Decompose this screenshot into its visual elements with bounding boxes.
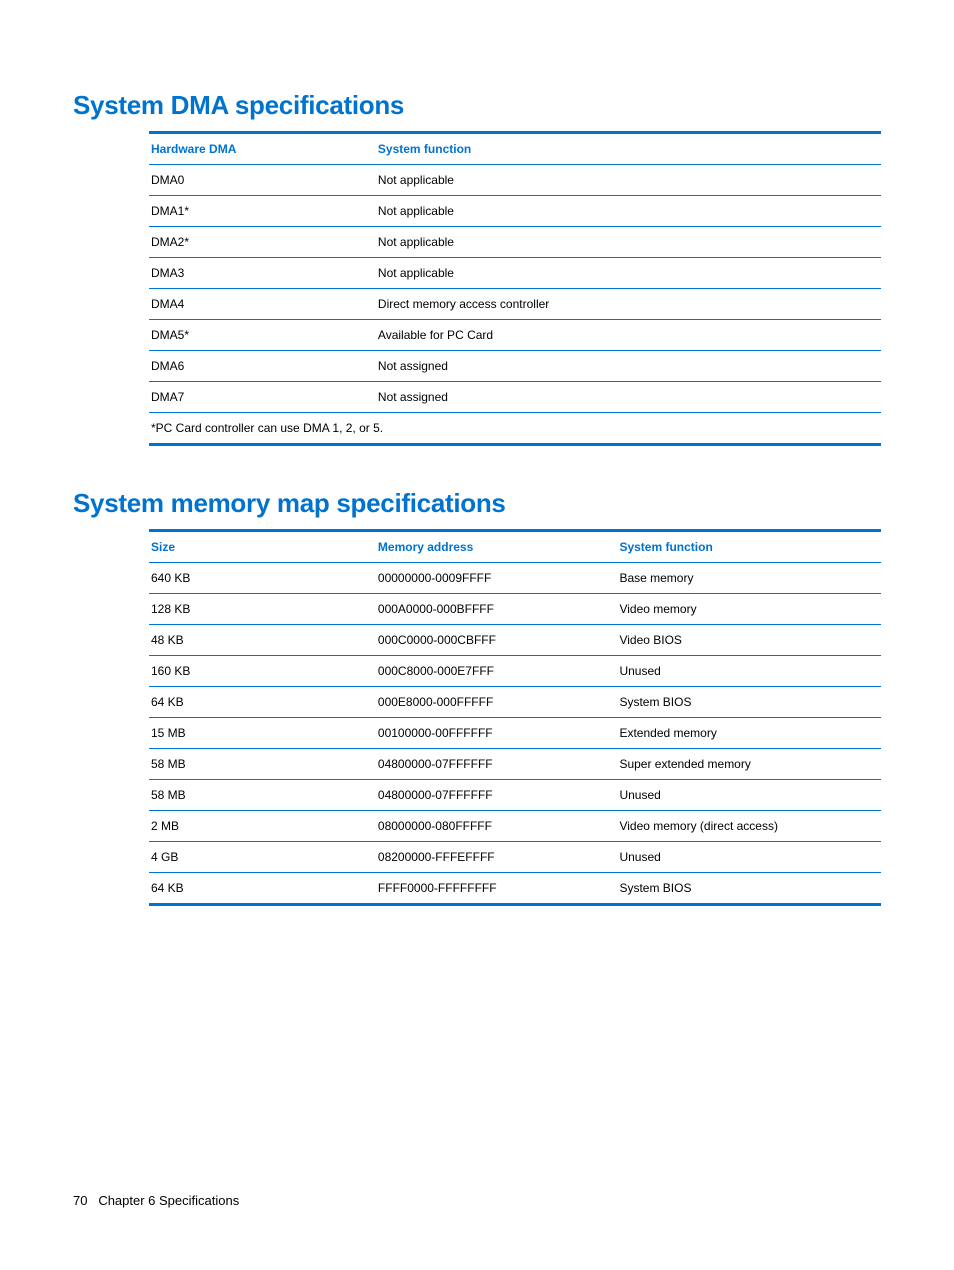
table-cell: 04800000-07FFFFFF bbox=[376, 749, 618, 780]
table-cell: 2 MB bbox=[149, 811, 376, 842]
table-row: 58 MB04800000-07FFFFFFUnused bbox=[149, 780, 881, 811]
table-cell: Not assigned bbox=[376, 382, 881, 413]
table-cell: FFFF0000-FFFFFFFF bbox=[376, 873, 618, 905]
dma-footnote: *PC Card controller can use DMA 1, 2, or… bbox=[149, 413, 881, 445]
memory-header-size: Size bbox=[149, 531, 376, 563]
table-cell: 160 KB bbox=[149, 656, 376, 687]
table-row: DMA3Not applicable bbox=[149, 258, 881, 289]
table-cell: Not applicable bbox=[376, 258, 881, 289]
table-cell: Not applicable bbox=[376, 227, 881, 258]
table-cell: Video BIOS bbox=[617, 625, 881, 656]
table-cell: 64 KB bbox=[149, 687, 376, 718]
table-cell: DMA7 bbox=[149, 382, 376, 413]
table-cell: Video memory bbox=[617, 594, 881, 625]
table-row: 58 MB04800000-07FFFFFFSuper extended mem… bbox=[149, 749, 881, 780]
dma-footnote-row: *PC Card controller can use DMA 1, 2, or… bbox=[149, 413, 881, 445]
table-cell: Unused bbox=[617, 656, 881, 687]
table-cell: Not assigned bbox=[376, 351, 881, 382]
table-row: DMA0Not applicable bbox=[149, 165, 881, 196]
page-footer: 70 Chapter 6 Specifications bbox=[73, 1193, 239, 1208]
table-row: 2 MB08000000-080FFFFFVideo memory (direc… bbox=[149, 811, 881, 842]
table-cell: Unused bbox=[617, 780, 881, 811]
table-cell: Extended memory bbox=[617, 718, 881, 749]
table-cell: Video memory (direct access) bbox=[617, 811, 881, 842]
memory-table: Size Memory address System function 640 … bbox=[149, 529, 881, 906]
table-cell: DMA0 bbox=[149, 165, 376, 196]
table-row: 15 MB00100000-00FFFFFFExtended memory bbox=[149, 718, 881, 749]
memory-header-function: System function bbox=[617, 531, 881, 563]
table-cell: DMA6 bbox=[149, 351, 376, 382]
table-row: 640 KB00000000-0009FFFFBase memory bbox=[149, 563, 881, 594]
table-cell: 128 KB bbox=[149, 594, 376, 625]
table-cell: 000C0000-000CBFFF bbox=[376, 625, 618, 656]
dma-header-hardware: Hardware DMA bbox=[149, 133, 376, 165]
table-cell: 58 MB bbox=[149, 749, 376, 780]
memory-header-row: Size Memory address System function bbox=[149, 531, 881, 563]
table-cell: DMA1* bbox=[149, 196, 376, 227]
table-cell: DMA4 bbox=[149, 289, 376, 320]
table-cell: 00100000-00FFFFFF bbox=[376, 718, 618, 749]
table-cell: 64 KB bbox=[149, 873, 376, 905]
table-row: DMA4Direct memory access controller bbox=[149, 289, 881, 320]
dma-header-row: Hardware DMA System function bbox=[149, 133, 881, 165]
table-cell: Not applicable bbox=[376, 196, 881, 227]
table-row: 64 KB000E8000-000FFFFFSystem BIOS bbox=[149, 687, 881, 718]
table-cell: System BIOS bbox=[617, 687, 881, 718]
table-row: 160 KB000C8000-000E7FFFUnused bbox=[149, 656, 881, 687]
table-cell: Not applicable bbox=[376, 165, 881, 196]
table-cell: 48 KB bbox=[149, 625, 376, 656]
table-row: 4 GB08200000-FFFEFFFFUnused bbox=[149, 842, 881, 873]
table-cell: 000E8000-000FFFFF bbox=[376, 687, 618, 718]
table-cell: 08200000-FFFEFFFF bbox=[376, 842, 618, 873]
table-cell: System BIOS bbox=[617, 873, 881, 905]
dma-header-function: System function bbox=[376, 133, 881, 165]
table-row: 48 KB000C0000-000CBFFFVideo BIOS bbox=[149, 625, 881, 656]
table-cell: Super extended memory bbox=[617, 749, 881, 780]
table-row: 128 KB000A0000-000BFFFFVideo memory bbox=[149, 594, 881, 625]
table-row: DMA2*Not applicable bbox=[149, 227, 881, 258]
table-cell: 4 GB bbox=[149, 842, 376, 873]
table-cell: DMA3 bbox=[149, 258, 376, 289]
table-row: DMA1*Not applicable bbox=[149, 196, 881, 227]
table-cell: 08000000-080FFFFF bbox=[376, 811, 618, 842]
table-row: DMA5*Available for PC Card bbox=[149, 320, 881, 351]
dma-title: System DMA specifications bbox=[73, 90, 881, 121]
page-number: 70 bbox=[73, 1193, 87, 1208]
table-cell: Base memory bbox=[617, 563, 881, 594]
table-cell: 58 MB bbox=[149, 780, 376, 811]
table-cell: Direct memory access controller bbox=[376, 289, 881, 320]
memory-title: System memory map specifications bbox=[73, 488, 881, 519]
table-cell: Unused bbox=[617, 842, 881, 873]
table-cell: Available for PC Card bbox=[376, 320, 881, 351]
table-row: DMA7Not assigned bbox=[149, 382, 881, 413]
table-cell: 15 MB bbox=[149, 718, 376, 749]
table-cell: DMA5* bbox=[149, 320, 376, 351]
table-cell: 640 KB bbox=[149, 563, 376, 594]
chapter-label: Chapter 6 Specifications bbox=[98, 1193, 239, 1208]
table-cell: 000C8000-000E7FFF bbox=[376, 656, 618, 687]
table-cell: 00000000-0009FFFF bbox=[376, 563, 618, 594]
table-row: DMA6Not assigned bbox=[149, 351, 881, 382]
table-row: 64 KBFFFF0000-FFFFFFFFSystem BIOS bbox=[149, 873, 881, 905]
dma-table: Hardware DMA System function DMA0Not app… bbox=[149, 131, 881, 446]
memory-header-address: Memory address bbox=[376, 531, 618, 563]
table-cell: 000A0000-000BFFFF bbox=[376, 594, 618, 625]
table-cell: 04800000-07FFFFFF bbox=[376, 780, 618, 811]
table-cell: DMA2* bbox=[149, 227, 376, 258]
